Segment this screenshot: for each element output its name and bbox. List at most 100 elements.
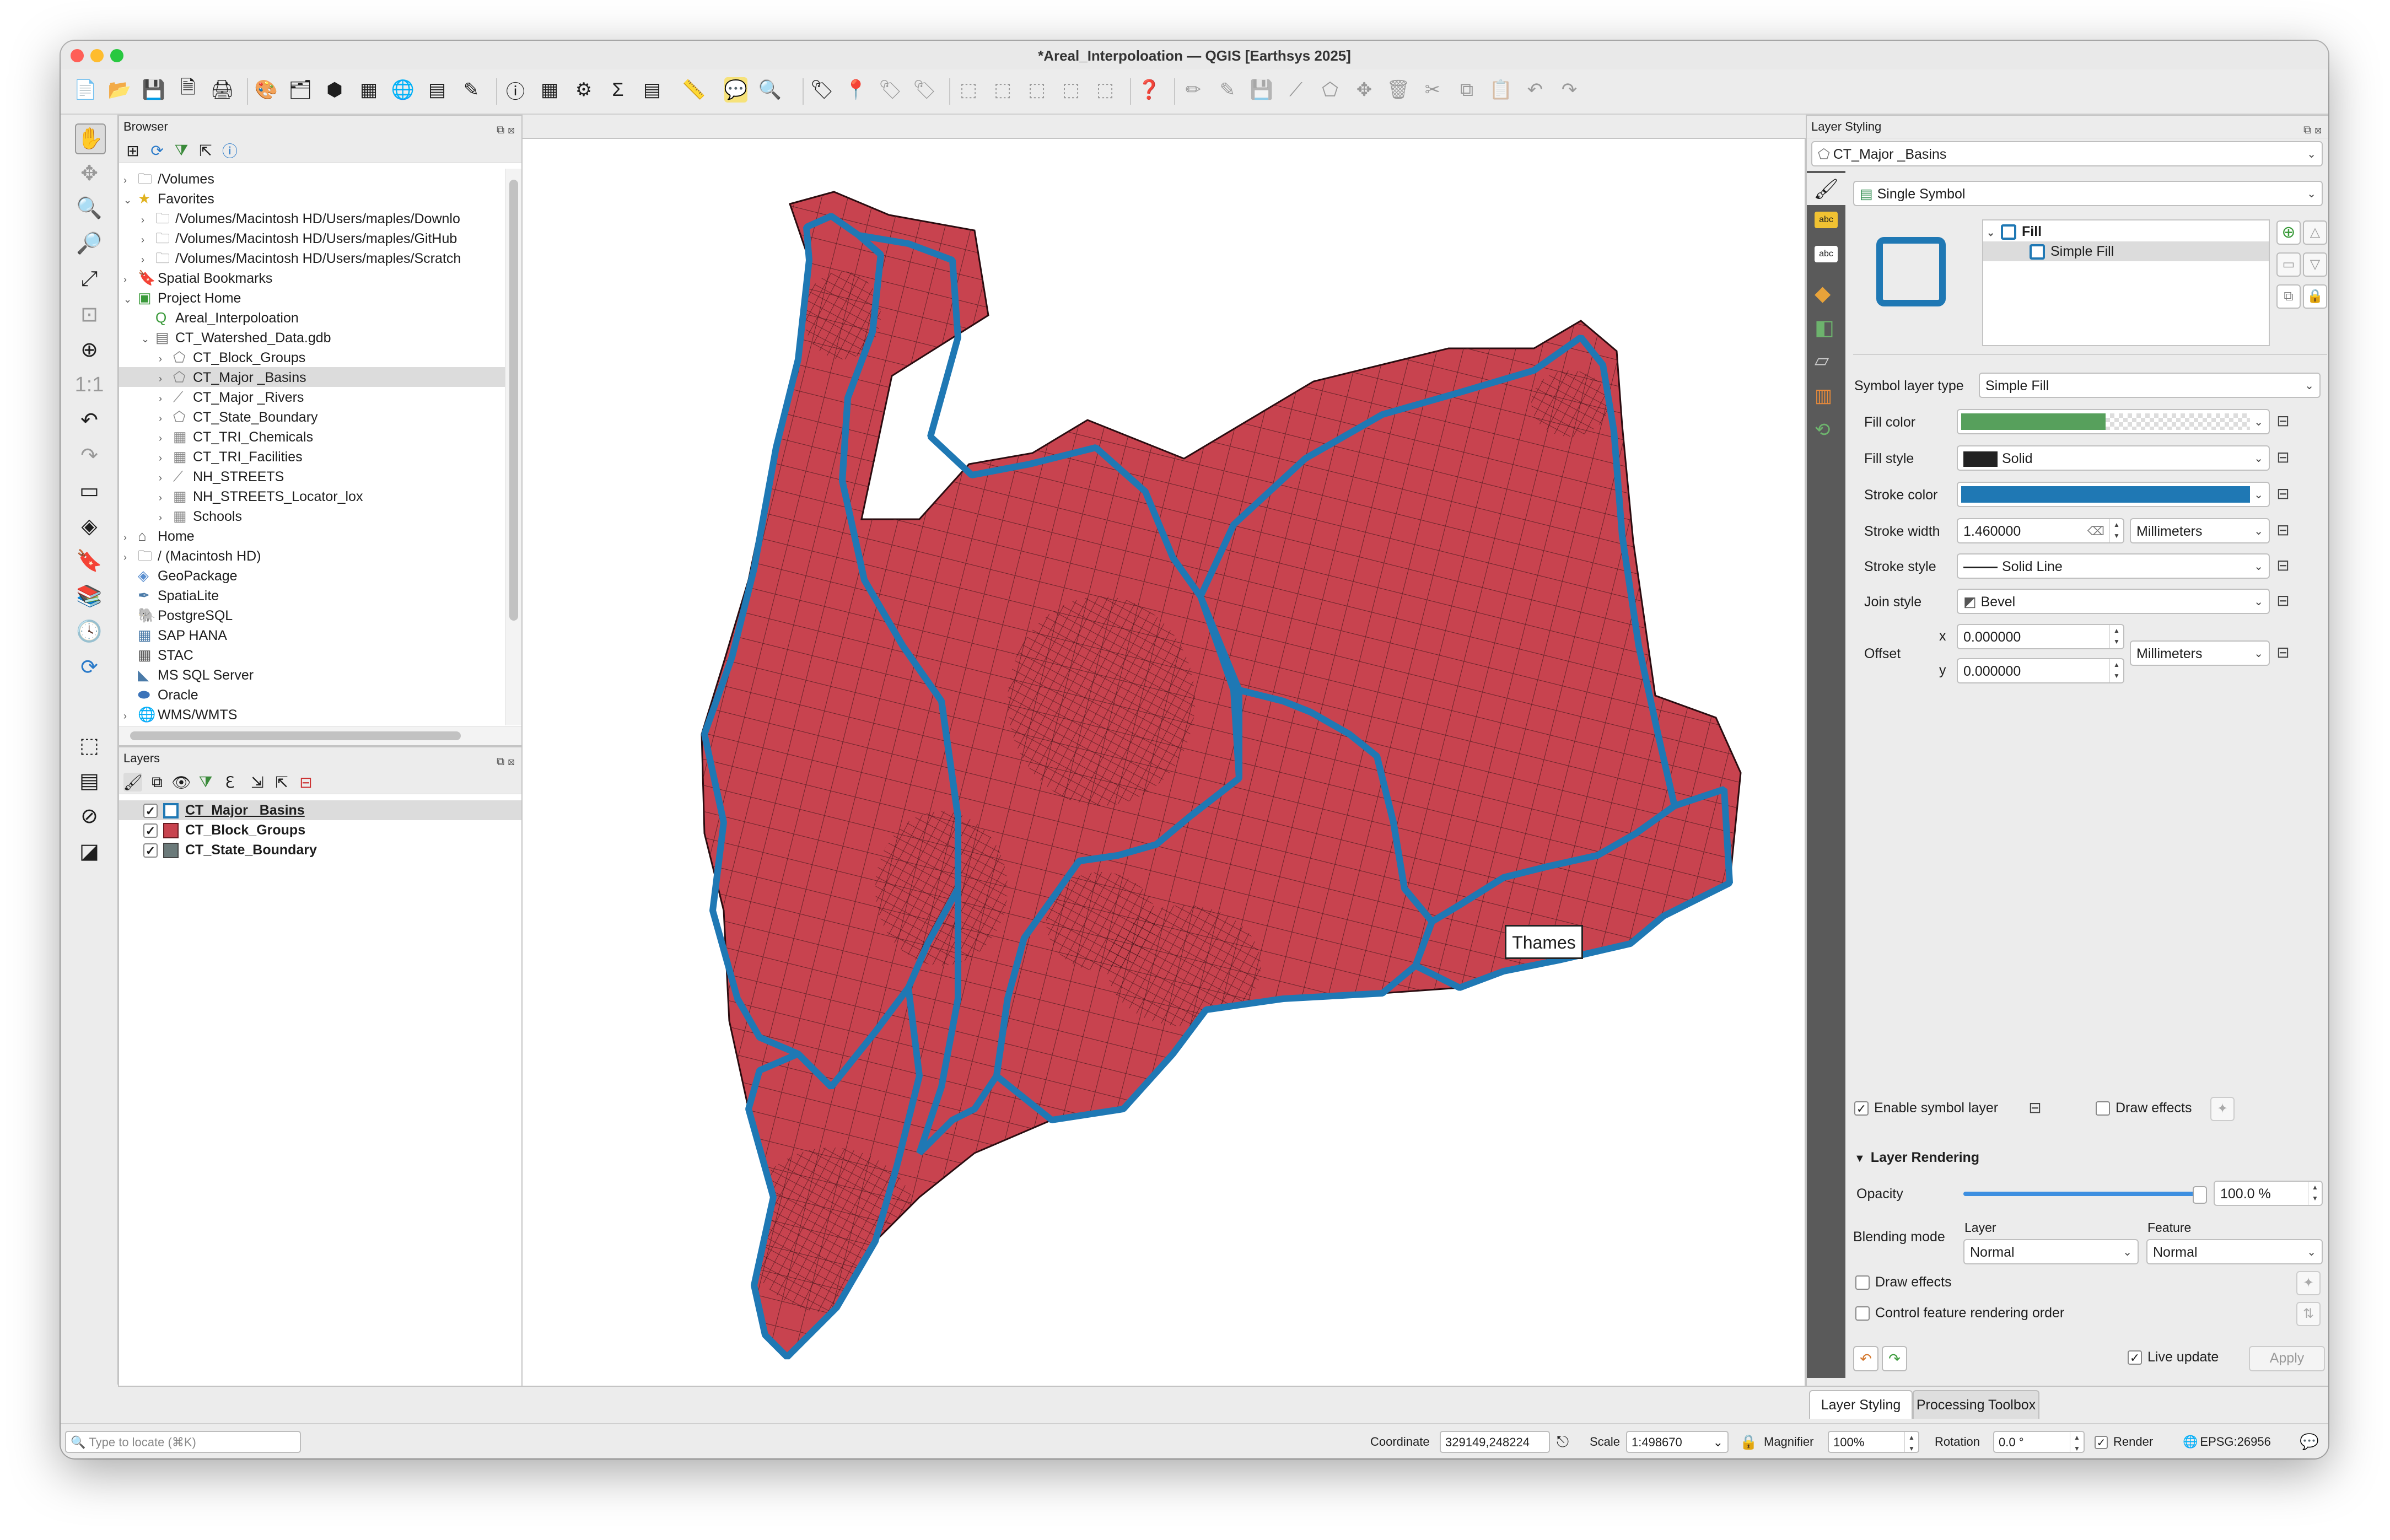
toggle-extents-icon[interactable]: ⎋ bbox=[1557, 1431, 1569, 1453]
zoom-native-icon[interactable]: 1:1 bbox=[75, 370, 104, 399]
live-update-checkbox[interactable]: ✓ Live update bbox=[2128, 1345, 2219, 1369]
data-defined-override-icon[interactable]: ⊟ bbox=[2272, 410, 2294, 432]
deselect-icon[interactable]: ⬚ bbox=[991, 77, 1014, 103]
select-features-icon[interactable]: ⬚ bbox=[75, 731, 104, 760]
browser-vertical-scrollbar[interactable] bbox=[505, 169, 521, 725]
browser-item[interactable]: › ▦ NH_STREETS_Locator_lox bbox=[119, 486, 505, 506]
zoom-selection-icon[interactable]: ⊡ bbox=[75, 300, 104, 329]
bookmark-new-icon[interactable]: 🔖 bbox=[75, 547, 104, 575]
undo-icon[interactable]: ↶ bbox=[1853, 1346, 1878, 1371]
spin-arrows-icon[interactable]: ▲ ▼ bbox=[2109, 625, 2123, 648]
render-checkbox[interactable]: ✓ Render bbox=[2095, 1431, 2153, 1453]
browser-item[interactable]: › 🗀 /Volumes/Macintosh HD/Users/maples/Git… bbox=[119, 228, 505, 248]
copy-icon[interactable]: ⧉ bbox=[1455, 77, 1478, 103]
tree-simple-fill-row[interactable]: Simple Fill bbox=[1983, 241, 2269, 261]
browser-item[interactable]: › ▦ Schools bbox=[119, 506, 505, 526]
fill-style-combo[interactable]: Solid ⌄ bbox=[1957, 445, 2270, 471]
browser-item[interactable]: › ⬠ CT_State_Boundary bbox=[119, 407, 505, 427]
layer-item[interactable]: ✓ CT_Block_Groups bbox=[119, 820, 521, 840]
browser-item[interactable]: ▦ SAP HANA bbox=[119, 625, 505, 645]
refresh-icon[interactable]: ⟳ bbox=[148, 141, 166, 160]
measure-icon[interactable]: 📏 bbox=[682, 77, 706, 103]
help-icon[interactable]: ❓ bbox=[1138, 77, 1161, 103]
diagrams-tab-icon[interactable]: ◧ bbox=[1815, 315, 1834, 340]
zoom-next-icon[interactable]: ↷ bbox=[75, 441, 104, 470]
chevron-right-icon[interactable]: › bbox=[123, 270, 138, 289]
browser-item[interactable]: › ⬠ CT_Major _Basins bbox=[119, 367, 505, 387]
chevron-right-icon[interactable]: › bbox=[159, 468, 173, 488]
edit-pencil-icon[interactable]: ✏ bbox=[1182, 77, 1205, 103]
draw-effects-top-checkbox[interactable]: Draw effects bbox=[2096, 1096, 2192, 1120]
collapse-all-icon[interactable]: ⇱ bbox=[272, 773, 291, 791]
checkbox-checked-icon[interactable]: ✓ bbox=[143, 823, 158, 838]
masks-tab-icon[interactable]: abc bbox=[1815, 246, 1838, 262]
order-settings-icon[interactable]: ⇅ bbox=[2296, 1302, 2321, 1326]
add-csv-icon[interactable]: ▤ bbox=[426, 77, 449, 103]
data-source-manager-icon[interactable]: 🗂 bbox=[288, 77, 312, 103]
opacity-spinbox[interactable]: 100.0 % ▲ ▼ bbox=[2214, 1181, 2323, 1206]
browser-item[interactable]: › 🗀 /Volumes/Macintosh HD/Users/maples/Scr… bbox=[119, 248, 505, 268]
stroke-width-spinbox[interactable]: 1.460000 ⌫ ▲ ▼ bbox=[1957, 518, 2124, 543]
chevron-right-icon[interactable]: › bbox=[141, 230, 155, 250]
panel-float-close-icons[interactable]: ⧉⊠ bbox=[2303, 119, 2325, 141]
history-tab-icon[interactable]: ⟲ bbox=[1815, 419, 1831, 441]
chevron-right-icon[interactable]: › bbox=[159, 488, 173, 508]
move-down-icon[interactable]: ▽ bbox=[2303, 252, 2327, 277]
remove-layer-icon[interactable]: ⊟ bbox=[297, 773, 315, 791]
chevron-right-icon[interactable]: › bbox=[159, 349, 173, 369]
chevron-right-icon[interactable]: › bbox=[123, 547, 138, 567]
opacity-slider[interactable] bbox=[1963, 1186, 2207, 1204]
save-as-icon[interactable]: 🗎 bbox=[176, 77, 200, 103]
redo-icon[interactable]: ↷ bbox=[1882, 1346, 1907, 1371]
stroke-width-unit-combo[interactable]: Millimeters ⌄ bbox=[2130, 518, 2270, 543]
browser-item[interactable]: › ⟋ CT_Major _Rivers bbox=[119, 387, 505, 407]
control-order-checkbox[interactable]: Control feature rendering order bbox=[1855, 1301, 2064, 1325]
processing-tab-icon[interactable]: ▥ bbox=[1815, 385, 1832, 407]
browser-item[interactable]: › 🌐 WMS/WMTS bbox=[119, 704, 505, 724]
browser-item[interactable]: › ⌂ Home bbox=[119, 526, 505, 546]
pan-to-selection-icon[interactable]: ✥ bbox=[75, 159, 104, 187]
label-icon[interactable]: 🏷 bbox=[810, 77, 833, 103]
redo-icon[interactable]: ↷ bbox=[1558, 77, 1581, 103]
fill-color-button[interactable]: ⌄ bbox=[1957, 409, 2270, 434]
expand-all-icon[interactable]: ⇲ bbox=[248, 773, 267, 791]
browser-item[interactable]: ◈ GeoPackage bbox=[119, 566, 505, 585]
add-group-icon[interactable]: ⧉ bbox=[148, 773, 166, 791]
chevron-down-icon[interactable]: ⌄ bbox=[141, 329, 155, 349]
browser-item[interactable]: Q Areal_Interpoloation bbox=[119, 308, 505, 327]
toggle-edit-icon[interactable]: ✎ bbox=[1216, 77, 1239, 103]
zoom-in-icon[interactable]: 🔍 bbox=[75, 194, 104, 223]
map-canvas[interactable]: Thames bbox=[521, 138, 1806, 1387]
scale-combo[interactable]: 1:498670 ⌄ bbox=[1626, 1431, 1729, 1453]
zoom-last-icon[interactable]: ↶ bbox=[75, 406, 104, 434]
add-selected-layers-icon[interactable]: ⊞ bbox=[123, 141, 142, 160]
temporal-controller-icon[interactable]: 🕓 bbox=[75, 617, 104, 646]
collapse-all-icon[interactable]: ⇱ bbox=[196, 141, 215, 160]
messages-icon[interactable]: 💬 bbox=[2300, 1431, 2319, 1453]
browser-item[interactable]: › ⟋ NH_STREETS bbox=[119, 466, 505, 486]
coordinate-field[interactable]: 329149,248224 bbox=[1440, 1431, 1550, 1453]
offset-x-spinbox[interactable]: 0.000000 ▲ ▼ bbox=[1957, 624, 2124, 649]
label-color-icon[interactable]: 🏷 bbox=[878, 77, 902, 103]
browser-item[interactable]: ⌄ ▣ Project Home bbox=[119, 288, 505, 308]
remove-symbol-layer-icon[interactable]: ▭ bbox=[2276, 252, 2301, 277]
save-edits-icon[interactable]: 💾 bbox=[1250, 77, 1273, 103]
zoom-tool-icon[interactable]: 🔍 bbox=[758, 77, 782, 103]
opacity-slider-handle[interactable] bbox=[2193, 1186, 2207, 1204]
layer-select-combo[interactable]: ⬠ CT_Major _Basins ⌄ bbox=[1811, 141, 2323, 166]
offset-y-spinbox[interactable]: 0.000000 ▲ ▼ bbox=[1957, 658, 2124, 683]
layer-item[interactable]: ✓ CT_State_Boundary bbox=[119, 840, 521, 860]
chevron-right-icon[interactable]: › bbox=[123, 170, 138, 190]
data-defined-override-icon[interactable]: ⊟ bbox=[2272, 554, 2294, 577]
tab-processing-toolbox[interactable]: Processing Toolbox bbox=[1913, 1390, 2039, 1419]
identify-icon[interactable]: ⓘ bbox=[504, 77, 527, 103]
browser-item[interactable]: ⬬ Oracle bbox=[119, 685, 505, 704]
show-bookmarks-icon[interactable]: 📚 bbox=[75, 582, 104, 611]
manage-theme-icon[interactable]: 👁 bbox=[171, 773, 191, 791]
chevron-right-icon[interactable]: › bbox=[159, 369, 173, 389]
blend-feature-combo[interactable]: Normal ⌄ bbox=[2146, 1239, 2323, 1264]
rendering-tab-icon[interactable]: ▱ bbox=[1815, 349, 1829, 371]
select-icon[interactable]: ⬚ bbox=[957, 77, 980, 103]
browser-item[interactable]: › 🗀 / (Macintosh HD) bbox=[119, 546, 505, 566]
stroke-style-combo[interactable]: Solid Line ⌄ bbox=[1957, 553, 2270, 579]
